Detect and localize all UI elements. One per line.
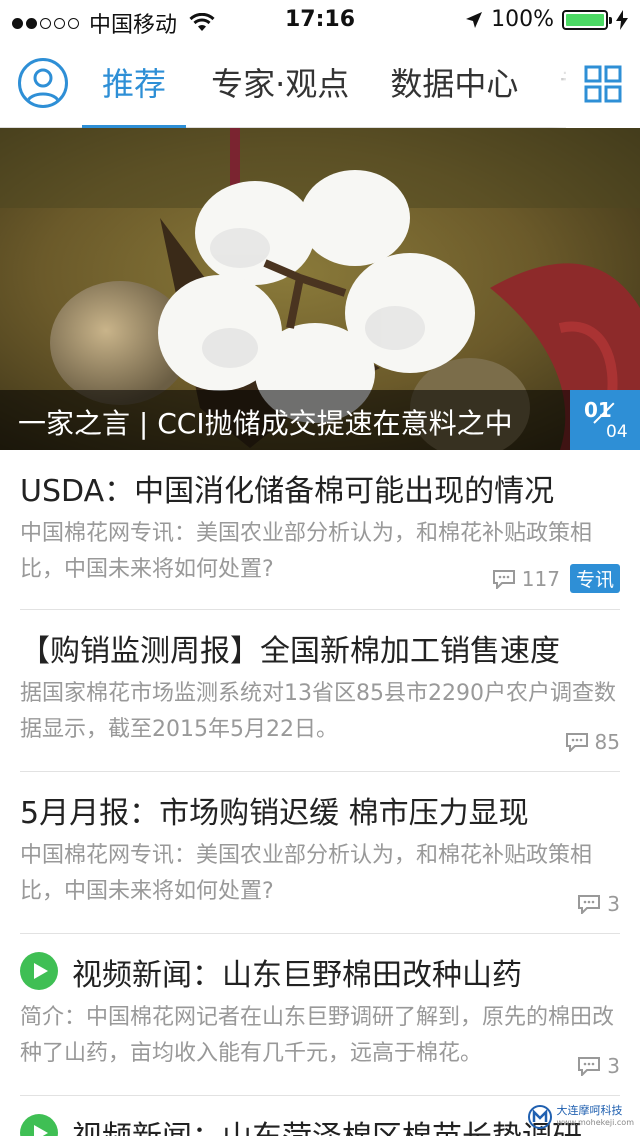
news-tag: 专讯 xyxy=(569,564,620,593)
comment-count: 85 xyxy=(594,730,620,754)
news-item[interactable]: 视频新闻：山东巨野棉田改种山药 简介：中国棉花网记者在山东巨野调研了解到，原先的… xyxy=(20,934,620,1096)
comment-count: 117 xyxy=(521,566,560,591)
tab-data-center[interactable]: 数据中心 xyxy=(390,40,518,128)
status-bar: 中国移动 17:16 100% xyxy=(0,0,640,40)
grid-menu-button[interactable] xyxy=(566,40,640,128)
user-silhouette xyxy=(25,68,61,104)
tab-recommend[interactable]: 推荐 xyxy=(82,40,187,128)
news-title: USDA：中国消化储备棉可能出现的情况 xyxy=(20,474,555,509)
play-icon[interactable] xyxy=(20,1114,58,1136)
news-summary: 中国棉花网专讯：美国农业部分析认为，和棉花补贴政策相比，中国未来将如何处置? xyxy=(20,843,593,904)
battery-fill xyxy=(566,13,604,26)
comment-count: 3 xyxy=(607,892,620,916)
comment-icon xyxy=(492,569,515,589)
watermark-logo-icon xyxy=(527,1105,552,1129)
news-title: 5月月报：市场购销迟缓 棉市压力显现 xyxy=(20,796,529,831)
news-meta: 3 xyxy=(577,1054,620,1078)
grid-menu-icon xyxy=(584,65,622,103)
watermark: 大连摩呵科技 www.mohekeji.com xyxy=(527,1104,634,1130)
banner-caption: 一家之言 | CCI抛储成交提速在意料之中 xyxy=(18,407,513,440)
news-meta: 117 专讯 xyxy=(492,564,620,593)
pager-total: 04 xyxy=(606,422,628,442)
news-title: 【购销监测周报】全国新棉加工销售速度 xyxy=(20,634,560,669)
status-right: 100% xyxy=(465,7,628,32)
battery-percent: 100% xyxy=(491,7,554,32)
banner-carousel[interactable]: 一家之言 | CCI抛储成交提速在意料之中 01 04 xyxy=(0,128,640,450)
news-meta: 85 xyxy=(565,730,620,754)
news-title: 视频新闻：山东菏泽棉区棉苗长势调研 xyxy=(72,1112,582,1136)
comment-icon xyxy=(565,733,588,752)
play-icon[interactable] xyxy=(20,952,58,990)
location-arrow-icon xyxy=(466,11,483,28)
battery-tip xyxy=(609,16,612,24)
watermark-site: www.mohekeji.com xyxy=(556,1118,634,1127)
user-avatar-icon[interactable] xyxy=(18,58,68,108)
banner-caption-bar: 一家之言 | CCI抛储成交提速在意料之中 xyxy=(0,390,640,450)
news-item[interactable]: 5月月报：市场购销迟缓 棉市压力显现 中国棉花网专讯：美国农业部分析认为，和棉花… xyxy=(20,772,620,934)
news-summary: 据国家棉花市场监测系统对13省区85县市2290户农户调查数据显示，截至2015… xyxy=(20,681,616,742)
news-item[interactable]: USDA：中国消化储备棉可能出现的情况 中国棉花网专讯：美国农业部分析认为，和棉… xyxy=(20,450,620,610)
comment-icon xyxy=(578,895,601,914)
battery-icon xyxy=(562,9,612,30)
category-tabs: 推荐 专家·观点 数据中心 专 xyxy=(82,40,566,128)
tab-experts[interactable]: 专家·观点 xyxy=(211,40,349,128)
news-meta: 3 xyxy=(577,892,620,916)
banner-pager: 01 04 xyxy=(570,390,640,450)
charging-bolt-icon xyxy=(616,9,628,30)
comment-count: 3 xyxy=(607,1054,620,1078)
watermark-name: 大连摩呵科技 xyxy=(556,1104,623,1117)
watermark-text: 大连摩呵科技 www.mohekeji.com xyxy=(557,1105,634,1129)
comment-icon xyxy=(578,1057,601,1076)
news-item[interactable]: 【购销监测周报】全国新棉加工销售速度 据国家棉花市场监测系统对13省区85县市2… xyxy=(20,610,620,772)
top-nav: 推荐 专家·观点 数据中心 专 xyxy=(0,40,640,128)
news-title: 视频新闻：山东巨野棉田改种山药 xyxy=(72,958,522,993)
news-summary: 简介：中国棉花网记者在山东巨野调研了解到，原先的棉田改种了山药，亩均收入能有几千… xyxy=(20,1005,615,1066)
